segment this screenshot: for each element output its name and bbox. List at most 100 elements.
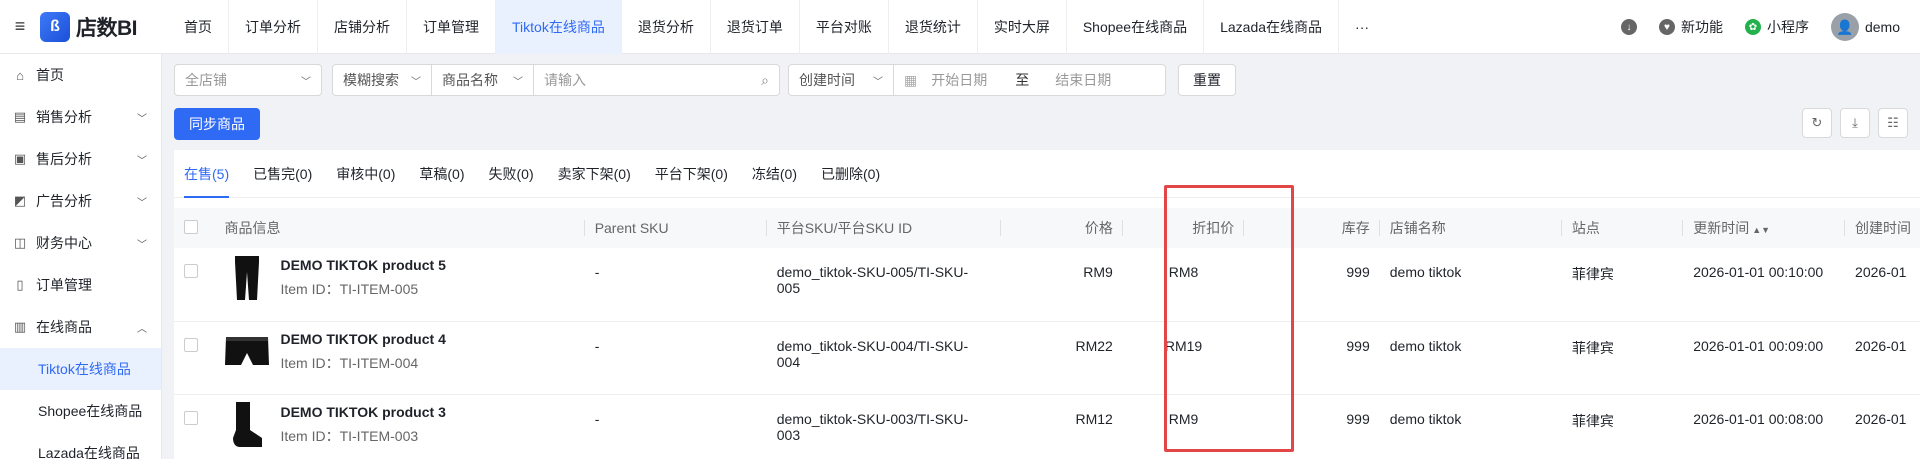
shop-select[interactable]: 全店铺 ﹀: [174, 64, 322, 96]
sales-icon: ▤: [13, 109, 27, 124]
platform-sku-cell: demo_tiktok-SKU-005/TI-SKU-005: [766, 248, 1002, 322]
sidebar-item-sales-analysis[interactable]: ▤ 销售分析 ﹀: [0, 96, 161, 138]
search-mode-select[interactable]: 模糊搜索 ﹀: [332, 64, 432, 96]
tab-sold-out[interactable]: 已售完(0): [249, 150, 312, 198]
nav-tab-reconciliation[interactable]: 平台对账: [800, 0, 889, 54]
nav-tab-lazada-products[interactable]: Lazada在线商品: [1204, 0, 1340, 54]
tab-platform-delisted[interactable]: 平台下架(0): [651, 150, 728, 198]
chevron-down-icon: ﹀: [513, 76, 523, 88]
chevron-down-icon: ﹀: [873, 76, 883, 88]
nav-tab-shopee-products[interactable]: Shopee在线商品: [1067, 0, 1205, 54]
start-date-input[interactable]: 开始日期: [931, 70, 1015, 90]
sidebar-item-label: 在线商品: [36, 319, 92, 335]
product-name[interactable]: DEMO TIKTOK product 5: [280, 257, 445, 273]
chevron-down-icon: ﹀: [137, 113, 147, 125]
search-icon[interactable]: ⌕: [761, 72, 769, 89]
nav-tabs: 首页 订单分析 店铺分析 订单管理 Tiktok在线商品 退货分析 退货订单 平…: [168, 0, 1385, 54]
date-range-picker[interactable]: ▦ 开始日期 至 结束日期: [894, 64, 1166, 96]
sort-icon[interactable]: ▲▼: [1752, 225, 1770, 235]
nav-tab-return-stats[interactable]: 退货统计: [889, 0, 978, 54]
table-row[interactable]: DEMO TIKTOK product 4 Item ID：TI-ITEM-004…: [174, 321, 1920, 395]
column-settings-icon[interactable]: ☷: [1878, 108, 1908, 138]
row-checkbox[interactable]: [184, 337, 198, 352]
created-time-cell: 2026-01: [1845, 321, 1920, 395]
select-all-checkbox[interactable]: [184, 219, 198, 234]
sidebar-item-label: 订单管理: [36, 277, 92, 293]
order-icon: ▯: [16, 277, 24, 292]
discount-price-cell: RM8: [1122, 248, 1245, 322]
nav-tab-return-orders[interactable]: 退货订单: [711, 0, 800, 54]
nav-tab-order-analysis[interactable]: 订单分析: [229, 0, 318, 54]
app-logo[interactable]: ß 店数BI: [40, 11, 168, 42]
tab-under-review[interactable]: 审核中(0): [332, 150, 395, 198]
sync-products-button[interactable]: 同步商品: [174, 108, 260, 140]
new-features-button[interactable]: ♥ 新功能: [1658, 17, 1723, 37]
table-header-row: 商品信息 Parent SKU 平台SKU/平台SKU ID 价格 折扣价 库存…: [174, 208, 1920, 248]
nav-tab-order-management[interactable]: 订单管理: [407, 0, 496, 54]
heart-icon: ♥: [1658, 19, 1675, 35]
product-cell: DEMO TIKTOK product 3 Item ID：TI-ITEM-003: [214, 394, 585, 459]
nav-tab-realtime-screen[interactable]: 实时大屏: [978, 0, 1067, 54]
sidebar-item-order-management[interactable]: ▯ 订单管理: [0, 264, 161, 306]
sidebar-subitem-shopee-products[interactable]: Shopee在线商品: [0, 390, 161, 432]
parent-sku-cell: -: [584, 248, 767, 322]
row-select-cell: [174, 394, 215, 459]
sidebar-item-finance-center[interactable]: ◫ 财务中心 ﹀: [0, 222, 161, 264]
col-platform-sku: 平台SKU/平台SKU ID: [766, 208, 1002, 248]
aftersales-icon: ▣: [13, 151, 27, 166]
tab-failed[interactable]: 失败(0): [485, 150, 534, 198]
chevron-down-icon: ﹀: [137, 155, 147, 167]
refresh-icon[interactable]: ↻: [1802, 108, 1832, 138]
col-updated-time[interactable]: 更新时间 ▲▼: [1683, 208, 1846, 248]
chevron-down-icon: ﹀: [137, 197, 147, 209]
download-icon[interactable]: ⤓: [1840, 108, 1870, 138]
nav-tab-more[interactable]: ···: [1339, 0, 1385, 54]
sidebar-item-online-products[interactable]: ▥ 在线商品 ︿: [0, 306, 161, 348]
menu-icon[interactable]: ≡: [0, 16, 40, 37]
product-name[interactable]: DEMO TIKTOK product 3: [280, 404, 445, 420]
finance-icon: ◫: [13, 235, 27, 250]
select-all-header: [174, 208, 215, 248]
tab-seller-delisted[interactable]: 卖家下架(0): [554, 150, 631, 198]
tab-frozen[interactable]: 冻结(0): [748, 150, 797, 198]
user-menu[interactable]: 👤 demo: [1830, 13, 1900, 41]
tab-draft[interactable]: 草稿(0): [415, 150, 464, 198]
sidebar-item-aftersales-analysis[interactable]: ▣ 售后分析 ﹀: [0, 138, 161, 180]
col-site: 站点: [1561, 208, 1684, 248]
discount-price-cell: RM19: [1122, 321, 1245, 395]
ad-icon: ◩: [13, 193, 27, 208]
search-field-select[interactable]: 商品名称 ﹀: [432, 64, 534, 96]
row-checkbox[interactable]: [184, 410, 198, 425]
sidebar-subitem-tiktok-products[interactable]: Tiktok在线商品: [0, 348, 161, 390]
product-name[interactable]: DEMO TIKTOK product 4: [280, 331, 445, 347]
tab-deleted[interactable]: 已删除(0): [817, 150, 880, 198]
shop-name-cell: demo tiktok: [1379, 248, 1562, 322]
search-input[interactable]: 请输入 ⌕: [534, 64, 780, 96]
shop-name-cell: demo tiktok: [1379, 321, 1562, 395]
sidebar-subitem-lazada-products[interactable]: Lazada在线商品: [0, 432, 161, 459]
toolbar-icons: ↻ ⤓ ☷: [1802, 108, 1908, 138]
username: demo: [1864, 19, 1900, 35]
tab-on-sale[interactable]: 在售(5): [184, 150, 230, 198]
sidebar-item-label: 销售分析: [36, 109, 92, 125]
table-row[interactable]: DEMO TIKTOK product 5 Item ID：TI-ITEM-005…: [174, 248, 1920, 322]
reset-button[interactable]: 重置: [1178, 64, 1236, 96]
sidebar-item-ad-analysis[interactable]: ◩ 广告分析 ﹀: [0, 180, 161, 222]
product-cell: DEMO TIKTOK product 4 Item ID：TI-ITEM-004: [214, 321, 585, 395]
sidebar-item-home[interactable]: ⌂ 首页: [0, 54, 161, 96]
col-discount-price: 折扣价: [1122, 208, 1245, 248]
chevron-up-icon: ︿: [137, 323, 147, 335]
created-time-cell: 2026-01: [1845, 248, 1920, 322]
time-field-select[interactable]: 创建时间 ﹀: [788, 64, 894, 96]
parent-sku-cell: -: [584, 321, 767, 395]
table-row[interactable]: DEMO TIKTOK product 3 Item ID：TI-ITEM-003…: [174, 394, 1920, 459]
cloud-download-button[interactable]: ↓: [1620, 19, 1637, 35]
nav-tab-home[interactable]: 首页: [168, 0, 229, 54]
mini-program-button[interactable]: ✿ 小程序: [1744, 17, 1809, 37]
nav-tab-tiktok-products[interactable]: Tiktok在线商品: [496, 0, 622, 54]
row-checkbox[interactable]: [184, 264, 198, 278]
price-cell: RM22: [1001, 321, 1123, 395]
end-date-input[interactable]: 结束日期: [1055, 70, 1111, 90]
nav-tab-return-analysis[interactable]: 退货分析: [622, 0, 711, 54]
nav-tab-shop-analysis[interactable]: 店铺分析: [318, 0, 407, 54]
